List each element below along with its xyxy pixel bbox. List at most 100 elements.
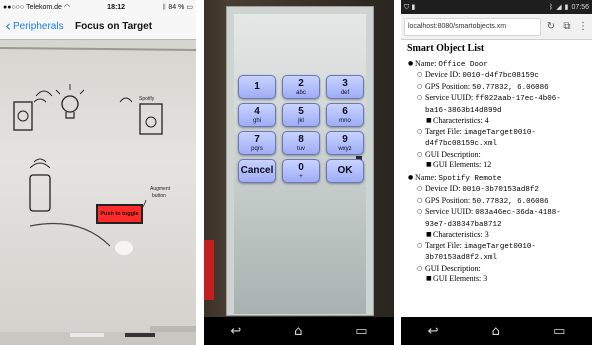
- uuid-value-part1: ff022aab-17ec-4b06-: [475, 95, 561, 103]
- key-letters: ghi: [252, 117, 261, 124]
- field-label: Device ID:: [425, 70, 461, 79]
- key-digit: 2: [298, 77, 304, 89]
- svg-text:Spotify: Spotify: [139, 96, 155, 102]
- field-label: GUI Description:: [425, 149, 481, 159]
- field-label: GUI Elements:: [433, 160, 482, 169]
- cancel-button[interactable]: Cancel: [238, 159, 276, 183]
- object-name-row: ● Name: Spotify Remote: [408, 172, 502, 183]
- field-label: Service UUID:: [425, 93, 474, 102]
- android-nav-bar: ↩ ⌂ ▭: [401, 317, 592, 345]
- signal-dots-icon: ●●○○○: [3, 3, 25, 11]
- field-label: Target File:: [425, 240, 462, 250]
- home-icon[interactable]: ⌂: [492, 325, 500, 338]
- gps-row: ○ GPS Position: 50.77832, 6.06086: [417, 81, 549, 92]
- key-8[interactable]: 8 tuv: [282, 131, 320, 155]
- characteristics-row: ■ Characteristics: 3: [426, 230, 489, 239]
- home-icon[interactable]: ⌂: [294, 325, 302, 338]
- nav-title: Focus on Target: [75, 21, 153, 32]
- key-5[interactable]: 5 jkl: [282, 103, 320, 127]
- tabs-icon[interactable]: ⧉: [561, 21, 573, 32]
- browser-panel: ⛉ ▮ ᛒ ◢ ▮ 07:56 localhost:8080/smartobje…: [401, 0, 592, 345]
- status-time: 18:12: [107, 3, 126, 11]
- key-letters: jkl: [298, 117, 304, 124]
- target-file-row: ○ Target File: imageTarget0010- 3b70153ad8…: [417, 240, 536, 263]
- field-label: Name:: [415, 58, 437, 68]
- key-3[interactable]: 3 def: [326, 75, 364, 99]
- back-icon[interactable]: ↩: [230, 325, 241, 338]
- key-4[interactable]: 4 ghi: [238, 103, 276, 127]
- gps-value: 50.77832, 6.06086: [472, 197, 549, 206]
- field-label: Characteristics:: [433, 230, 483, 239]
- key-letters: pqrs: [251, 145, 263, 152]
- gui-elements-row: ■ GUI Elements: 3: [426, 274, 488, 283]
- camera-feed-whiteboard: Spotify Augment button Push to toggle: [0, 40, 196, 345]
- field-label: GPS Position:: [425, 195, 471, 205]
- gps-value: 50.77832, 6.06086: [472, 83, 549, 92]
- back-icon[interactable]: ↩: [428, 325, 439, 338]
- field-label: GPS Position:: [425, 81, 471, 91]
- gui-elements-row: ■ GUI Elements: 12: [426, 160, 492, 169]
- key-label: OK: [337, 165, 353, 176]
- key-2[interactable]: 2 abc: [282, 75, 320, 99]
- battery-icon: ▮: [564, 3, 569, 11]
- door-keypad-panel: 1 2 abc 3 def 4 ghi 5 jkl 6 mno 7 pqrs 8 tuv 9w…: [204, 0, 394, 345]
- reload-icon[interactable]: ↻: [545, 21, 557, 32]
- signal-icon: ◢: [556, 3, 562, 11]
- service-uuid-row: ○ Service UUID: ff022aab-17ec-4b06- ba16-3…: [417, 93, 561, 115]
- key-letters: mno: [339, 117, 351, 124]
- shield-icon: ⛉ ▮: [404, 2, 416, 11]
- object-name: Office Door: [438, 60, 488, 69]
- key-letters: +: [299, 173, 303, 180]
- uuid-value-part2: ba16-3863b14d899d: [425, 106, 502, 115]
- characteristics-row: ■ Characteristics: 4: [426, 116, 489, 125]
- key-letters: def: [340, 89, 350, 96]
- gui-description-row: ○ GUI Description:: [417, 149, 481, 159]
- android-nav-bar: ↩ ⌂ ▭: [204, 317, 394, 345]
- device-id-row: ○ Device ID: 0010-d4f7bc08159c: [417, 70, 539, 80]
- svg-text:button: button: [152, 193, 166, 199]
- ios-ar-panel: ●●○○○ Telekom.de ◠ 18:12 ᛒ 84 % ▭ ‹ Peri…: [0, 0, 196, 345]
- key-6[interactable]: 6 mno: [326, 103, 364, 127]
- back-button[interactable]: ‹ Peripherals: [0, 19, 64, 34]
- back-label: Peripherals: [13, 21, 64, 32]
- url-bar[interactable]: localhost:8080/smartobjects.xm: [404, 17, 541, 36]
- key-7[interactable]: 7 pqrs: [238, 131, 276, 155]
- uuid-value-part1: 083a46ec-36da-4188-: [475, 209, 561, 217]
- target-file-part1: imageTarget0010-: [463, 242, 536, 251]
- key-digit: 8: [298, 133, 304, 145]
- key-letters: tuv: [296, 145, 305, 152]
- bluetooth-icon: ᛒ: [549, 3, 554, 11]
- field-label: Service UUID:: [425, 207, 474, 216]
- key-digit: 7: [254, 133, 260, 145]
- uuid-value-part2: 93e7-d38347ba8712: [425, 220, 502, 229]
- smart-object-item: ● Name: Spotify Remote ○ Device ID: 0010-3…: [407, 173, 586, 285]
- key-digit: 1: [254, 80, 260, 92]
- whiteboard-sketches: Spotify Augment button: [0, 47, 196, 345]
- push-to-toggle-button[interactable]: Push to toggle: [96, 204, 143, 224]
- menu-icon[interactable]: ⋮: [577, 21, 589, 32]
- key-digit: 3: [342, 77, 348, 89]
- field-label: GUI Elements:: [433, 274, 482, 283]
- android-status-bar: ⛉ ▮ ᛒ ◢ ▮ 07:56: [401, 0, 592, 14]
- key-digit: 4: [254, 105, 260, 117]
- target-file-part1: imageTarget0010-: [463, 128, 536, 137]
- ios-nav-bar: ‹ Peripherals Focus on Target: [0, 14, 196, 40]
- device-id-value: 0010-d4f7bc08159c: [462, 72, 539, 80]
- key-digit: 9: [342, 133, 348, 145]
- recents-icon[interactable]: ▭: [553, 325, 565, 338]
- object-name: Spotify Remote: [438, 174, 502, 183]
- ios-status-bar: ●●○○○ Telekom.de ◠ 18:12 ᛒ 84 % ▭: [0, 0, 196, 14]
- key-label: Cancel: [240, 165, 274, 176]
- bluetooth-icon: ᛒ: [162, 3, 167, 11]
- battery-label: 84 %: [168, 3, 185, 11]
- ok-button[interactable]: OK: [326, 159, 364, 183]
- recents-icon[interactable]: ▭: [355, 325, 367, 338]
- key-digit: 6: [342, 105, 348, 117]
- key-9[interactable]: 9 wxyz: [326, 131, 364, 155]
- key-1[interactable]: 1: [238, 75, 276, 99]
- target-file-row: ○ Target File: imageTarget0010- d4f7bc0815…: [417, 126, 536, 149]
- object-name-row: ● Name: Office Door: [408, 58, 488, 69]
- key-digit: 5: [298, 105, 304, 117]
- key-0[interactable]: 0 +: [282, 159, 320, 183]
- page-title: Smart Object List: [407, 43, 485, 54]
